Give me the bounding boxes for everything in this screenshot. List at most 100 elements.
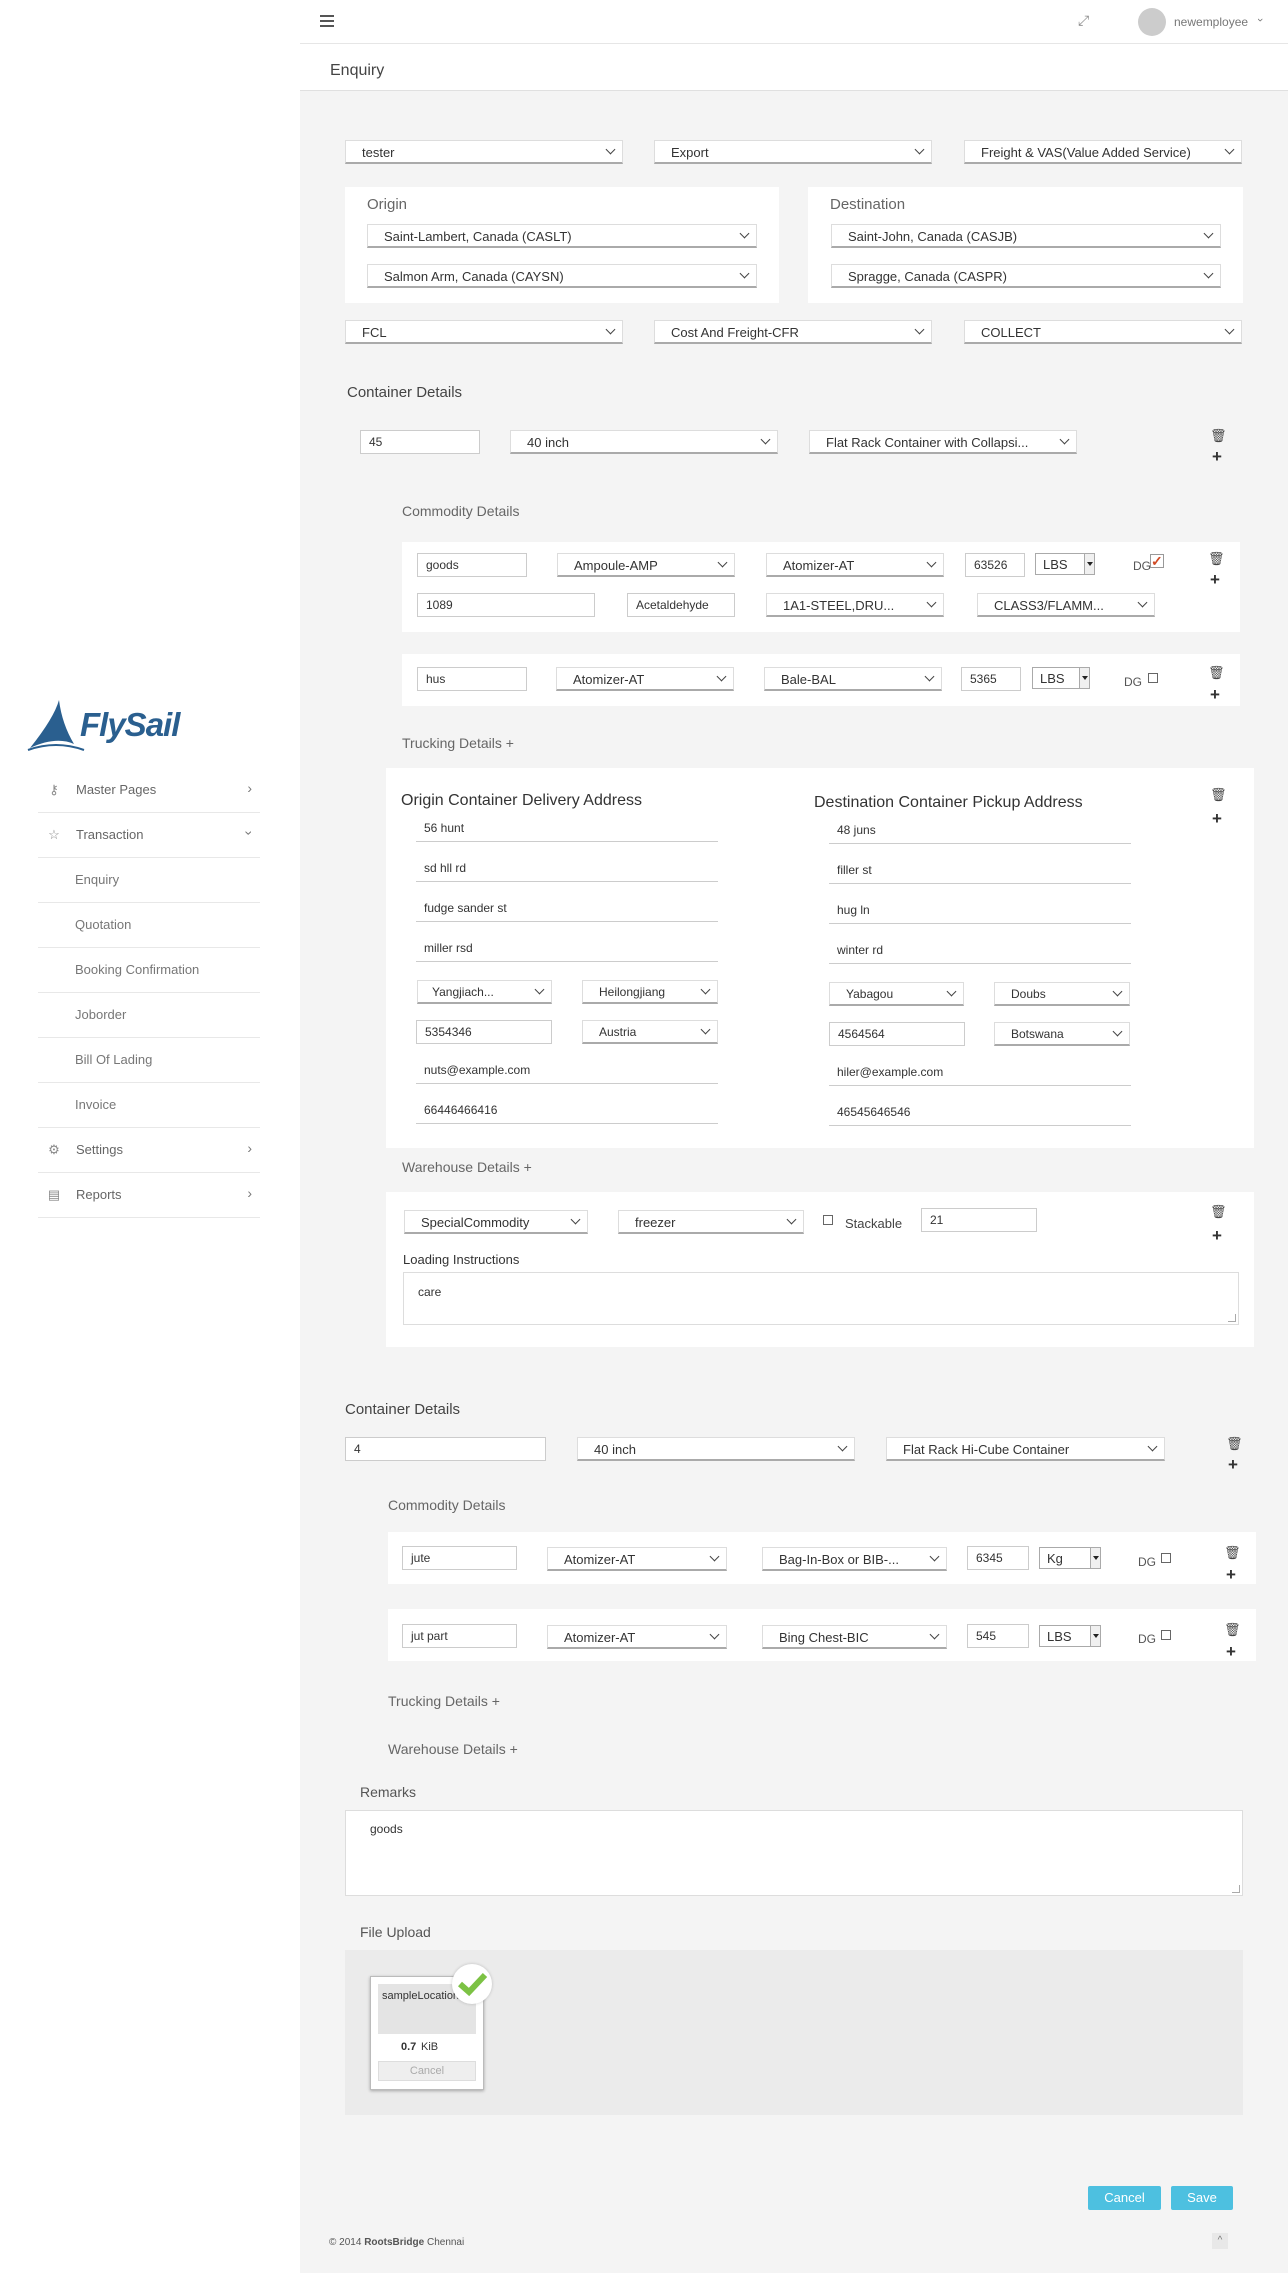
scroll-top-icon[interactable]: ^ — [1212, 2233, 1228, 2249]
dest-city-select[interactable]: Yabagou — [829, 982, 964, 1006]
origin-zip-input[interactable]: 5354346 — [416, 1020, 552, 1044]
container-size-select[interactable]: 40 inch — [510, 430, 778, 454]
incoterm-select[interactable]: Cost And Freight-CFR — [654, 320, 932, 344]
weight-input[interactable]: 63526 — [965, 553, 1025, 577]
save-button[interactable]: Save — [1171, 2186, 1233, 2210]
dest-port-1-select[interactable]: Saint-John, Canada (CASJB) — [831, 224, 1221, 248]
sidebar-item-transaction[interactable]: ☆ Transaction › — [38, 813, 260, 858]
resize-handle[interactable] — [1228, 1314, 1236, 1322]
origin-state-select[interactable]: Heilongjiang — [582, 980, 718, 1004]
dest-email-input[interactable]: hiler@example.com — [829, 1060, 1131, 1086]
commodity-name-input[interactable]: goods — [417, 553, 527, 577]
origin-port-2-select[interactable]: Salmon Arm, Canada (CAYSN) — [367, 264, 757, 288]
package-select[interactable]: Atomizer-AT — [547, 1547, 727, 1571]
trash-icon[interactable]: 🗑 — [1210, 428, 1227, 444]
fullscreen-icon[interactable]: ⤢ — [1078, 12, 1089, 29]
dest-port-2-select[interactable]: Spragge, Canada (CASPR) — [831, 264, 1221, 288]
add-icon[interactable]: + — [1224, 1566, 1238, 1583]
un-number-input[interactable]: 1089 — [417, 593, 595, 617]
sidebar-item-settings[interactable]: ⚙ Settings › — [38, 1128, 260, 1173]
sidebar-item-master-pages[interactable]: ⚷ Master Pages › — [38, 768, 260, 813]
unit-select[interactable]: LBS — [1039, 1625, 1101, 1647]
origin-address-line2[interactable]: sd hll rd — [416, 856, 718, 882]
dg-checkbox[interactable] — [1148, 673, 1158, 683]
trash-icon[interactable]: 🗑 — [1210, 1204, 1227, 1220]
service-select[interactable]: Freight & VAS(Value Added Service) — [964, 140, 1242, 164]
warehouse-details-toggle[interactable]: Warehouse Details + — [388, 1741, 518, 1757]
weight-input[interactable]: 545 — [967, 1624, 1029, 1648]
sidebar-item-bill-of-lading[interactable]: Bill Of Lading — [38, 1038, 260, 1083]
trash-icon[interactable]: 🗑 — [1226, 1436, 1243, 1452]
chemical-name-input[interactable]: Acetaldehyde — [627, 593, 735, 617]
add-icon[interactable]: + — [1210, 1227, 1224, 1244]
container-qty-input[interactable]: 45 — [360, 430, 480, 454]
container-qty-input[interactable]: 4 — [345, 1437, 546, 1461]
package2-select[interactable]: Bing Chest-BIC — [762, 1625, 947, 1649]
hazard-class-select[interactable]: CLASS3/FLAMM... — [977, 593, 1155, 617]
package-select[interactable]: Atomizer-AT — [556, 667, 734, 691]
add-icon[interactable]: + — [1210, 448, 1224, 465]
commodity-name-input[interactable]: jute — [402, 1546, 517, 1570]
customer-select[interactable]: tester — [345, 140, 623, 164]
dg-checkbox[interactable] — [1161, 1630, 1171, 1640]
origin-address-line1[interactable]: 56 hunt — [416, 816, 718, 842]
packing-group-select[interactable]: 1A1-STEEL,DRU... — [766, 593, 944, 617]
loading-instructions-textarea[interactable]: care — [403, 1272, 1239, 1325]
dest-address-line4[interactable]: winter rd — [829, 938, 1131, 964]
dest-state-select[interactable]: Doubs — [994, 982, 1130, 1006]
dest-address-line1[interactable]: 48 juns — [829, 818, 1131, 844]
trash-icon[interactable]: 🗑 — [1224, 1545, 1241, 1561]
dest-country-select[interactable]: Botswana — [994, 1022, 1130, 1046]
origin-city-select[interactable]: Yangjiach... — [417, 980, 552, 1004]
trash-icon[interactable]: 🗑 — [1210, 787, 1227, 803]
storage-type-select[interactable]: freezer — [618, 1210, 804, 1234]
sidebar-item-quotation[interactable]: Quotation — [38, 903, 260, 948]
warehouse-count-input[interactable]: 21 — [921, 1208, 1037, 1232]
dest-address-line3[interactable]: hug ln — [829, 898, 1131, 924]
dg-checkbox-checked[interactable]: ✓ — [1150, 554, 1164, 568]
trucking-details-toggle[interactable]: Trucking Details + — [402, 735, 514, 751]
direction-select[interactable]: Export — [654, 140, 932, 164]
package-select[interactable]: Atomizer-AT — [547, 1625, 727, 1649]
sidebar-item-reports[interactable]: ▤ Reports › — [38, 1173, 260, 1218]
avatar[interactable] — [1138, 8, 1166, 36]
payment-select[interactable]: COLLECT — [964, 320, 1242, 344]
container-type-select[interactable]: Flat Rack Hi-Cube Container — [886, 1437, 1165, 1461]
origin-phone-input[interactable]: 66446466416 — [416, 1098, 718, 1124]
package-select[interactable]: Ampoule-AMP — [557, 553, 735, 577]
cancel-button[interactable]: Cancel — [1088, 2186, 1161, 2210]
add-icon[interactable]: + — [1208, 571, 1222, 588]
unit-select[interactable]: LBS — [1035, 553, 1095, 575]
container-type-select[interactable]: Flat Rack Container with Collapsi... — [809, 430, 1077, 454]
sidebar-item-enquiry[interactable]: Enquiry — [38, 858, 260, 903]
add-icon[interactable]: + — [1226, 1456, 1240, 1473]
remarks-textarea[interactable]: goods — [345, 1810, 1243, 1896]
container-size-select[interactable]: 40 inch — [577, 1437, 855, 1461]
load-type-select[interactable]: FCL — [345, 320, 623, 344]
weight-input[interactable]: 6345 — [967, 1546, 1029, 1570]
warehouse-details-toggle[interactable]: Warehouse Details + — [402, 1159, 532, 1175]
package2-select[interactable]: Bale-BAL — [764, 667, 942, 691]
weight-input[interactable]: 5365 — [961, 667, 1021, 691]
trash-icon[interactable]: 🗑 — [1208, 551, 1225, 567]
stackable-checkbox[interactable] — [823, 1215, 833, 1225]
origin-email-input[interactable]: nuts@example.com — [416, 1058, 718, 1084]
add-icon[interactable]: + — [1208, 686, 1222, 703]
add-icon[interactable]: + — [1224, 1643, 1238, 1660]
sidebar-item-invoice[interactable]: Invoice — [38, 1083, 260, 1128]
dest-address-line2[interactable]: filler st — [829, 858, 1131, 884]
add-icon[interactable]: + — [1210, 810, 1224, 827]
trash-icon[interactable]: 🗑 — [1208, 665, 1225, 681]
hamburger-menu-icon[interactable] — [320, 15, 334, 27]
package2-select[interactable]: Bag-In-Box or BIB-... — [762, 1547, 947, 1571]
username[interactable]: newemployee — [1174, 15, 1248, 29]
sidebar-item-joborder[interactable]: Joborder — [38, 993, 260, 1038]
trash-icon[interactable]: 🗑 — [1224, 1622, 1241, 1638]
commodity-name-input[interactable]: jut part — [402, 1624, 517, 1648]
origin-address-line3[interactable]: fudge sander st — [416, 896, 718, 922]
dest-phone-input[interactable]: 46545646546 — [829, 1100, 1131, 1126]
warehouse-commodity-select[interactable]: SpecialCommodity — [404, 1210, 588, 1234]
sidebar-item-booking-confirmation[interactable]: Booking Confirmation — [38, 948, 260, 993]
dg-checkbox[interactable] — [1161, 1553, 1171, 1563]
trucking-details-toggle[interactable]: Trucking Details + — [388, 1693, 500, 1709]
